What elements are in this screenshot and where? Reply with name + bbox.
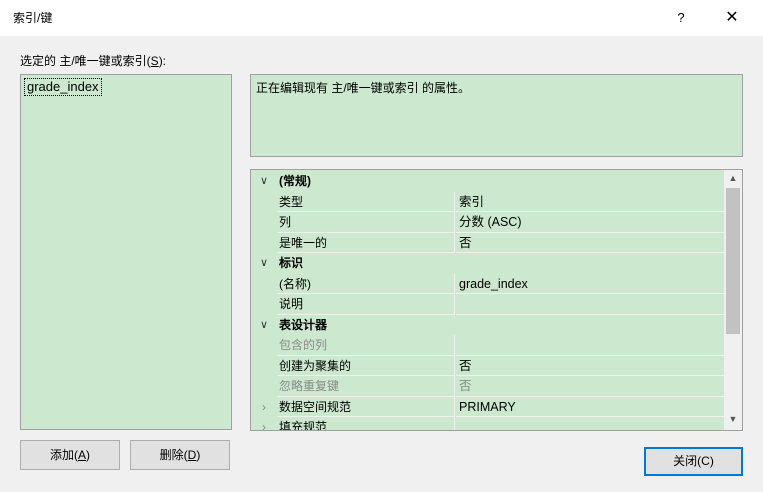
add-button-suffix: ) xyxy=(86,448,90,462)
property-value[interactable] xyxy=(456,294,724,315)
property-name: 类型 xyxy=(277,191,455,212)
key-list[interactable]: grade_index xyxy=(20,74,232,430)
property-row-type[interactable]: 类型 索引 xyxy=(251,191,724,212)
category-label: 表设计器 xyxy=(279,317,328,332)
category-label: 标识 xyxy=(279,256,304,270)
add-button-access-key: A xyxy=(77,448,86,462)
property-name: 数据空间规范 xyxy=(277,396,455,417)
chevron-right-icon[interactable]: › xyxy=(251,397,277,417)
title-bar: 索引/键 ? ✕ xyxy=(0,0,763,36)
scroll-thumb[interactable] xyxy=(726,188,740,334)
key-list-label-suffix: ): xyxy=(158,54,167,68)
add-button-prefix: 添加( xyxy=(49,448,78,462)
description-text: 正在编辑现有 主/唯一键或索引 的属性。 xyxy=(256,81,471,95)
close-button[interactable]: 关闭(C) xyxy=(644,447,743,476)
property-value[interactable]: PRIMARY xyxy=(456,396,724,417)
property-value[interactable]: 否 xyxy=(456,376,724,397)
list-item[interactable]: grade_index xyxy=(24,78,102,96)
property-name: 包含的列 xyxy=(277,335,455,356)
property-name: 创建为聚集的 xyxy=(277,355,455,376)
vertical-scrollbar[interactable]: ▲ ▼ xyxy=(724,170,742,430)
category-general[interactable]: ∨ (常规) xyxy=(251,171,724,192)
category-table-designer[interactable]: ∨ 表设计器 xyxy=(251,314,724,335)
property-value[interactable]: 索引 xyxy=(456,191,724,212)
property-row-data-space[interactable]: › 数据空间规范 PRIMARY xyxy=(251,396,724,417)
key-list-label-prefix: 选定的 主/唯一键或索引( xyxy=(20,54,151,68)
delete-button[interactable]: 删除(D) xyxy=(130,440,230,470)
scroll-up-icon[interactable]: ▲ xyxy=(724,170,742,187)
category-label: (常规) xyxy=(279,174,311,188)
property-value[interactable]: 否 xyxy=(456,232,724,253)
property-name: 填充规范 xyxy=(277,417,455,430)
property-name: 说明 xyxy=(277,294,455,315)
window-title: 索引/键 xyxy=(13,11,53,25)
property-row-description[interactable]: 说明 xyxy=(251,294,724,315)
property-name: (名称) xyxy=(277,273,455,294)
property-name: 忽略重复键 xyxy=(277,376,455,397)
property-value[interactable]: 否 xyxy=(456,355,724,376)
row-gutter xyxy=(251,191,277,212)
description-box: 正在编辑现有 主/唯一键或索引 的属性。 xyxy=(250,74,743,157)
row-gutter xyxy=(251,355,277,376)
delete-button-suffix: ) xyxy=(196,448,201,462)
property-value[interactable]: grade_index xyxy=(456,273,724,294)
category-identity[interactable]: ∨ 标识 xyxy=(251,253,724,274)
chevron-down-icon[interactable]: ∨ xyxy=(251,315,277,335)
add-button[interactable]: 添加(A) xyxy=(20,440,120,470)
help-button[interactable]: ? xyxy=(668,6,694,30)
property-name: 是唯一的 xyxy=(277,232,455,253)
property-row-included-columns[interactable]: 包含的列 xyxy=(251,335,724,356)
close-icon[interactable]: ✕ xyxy=(717,6,747,30)
row-gutter xyxy=(251,335,277,356)
property-row-ignore-duplicate-keys[interactable]: 忽略重复键 否 xyxy=(251,376,724,397)
property-row-create-clustered[interactable]: 创建为聚集的 否 xyxy=(251,355,724,376)
property-name: 列 xyxy=(277,212,455,233)
row-gutter xyxy=(251,212,277,233)
chevron-down-icon[interactable]: ∨ xyxy=(251,253,277,273)
property-row-is-unique[interactable]: 是唯一的 否 xyxy=(251,232,724,253)
property-row-name[interactable]: (名称) grade_index xyxy=(251,273,724,294)
row-gutter xyxy=(251,376,277,397)
row-gutter xyxy=(251,273,277,294)
row-gutter xyxy=(251,294,277,315)
property-value[interactable] xyxy=(456,417,724,430)
property-row-fill-spec[interactable]: › 填充规范 xyxy=(251,417,724,430)
key-list-label-access-key: S xyxy=(150,54,159,68)
property-row-columns[interactable]: 列 分数 (ASC) xyxy=(251,212,724,233)
chevron-right-icon[interactable]: › xyxy=(251,417,277,430)
row-gutter: › xyxy=(251,417,277,430)
property-grid[interactable]: ∨ (常规) 类型 索引 列 分数 (ASC) 是唯一的 否 ∨ 标识 (名称)… xyxy=(250,169,743,431)
chevron-down-icon[interactable]: ∨ xyxy=(251,171,277,191)
key-list-label: 选定的 主/唯一键或索引(S): xyxy=(20,52,166,69)
property-value[interactable]: 分数 (ASC) xyxy=(456,212,724,233)
property-value[interactable] xyxy=(456,335,724,356)
row-gutter xyxy=(251,232,277,253)
row-gutter: › xyxy=(251,396,277,417)
delete-button-prefix: 删除( xyxy=(159,448,188,462)
scroll-down-icon[interactable]: ▼ xyxy=(724,410,742,428)
